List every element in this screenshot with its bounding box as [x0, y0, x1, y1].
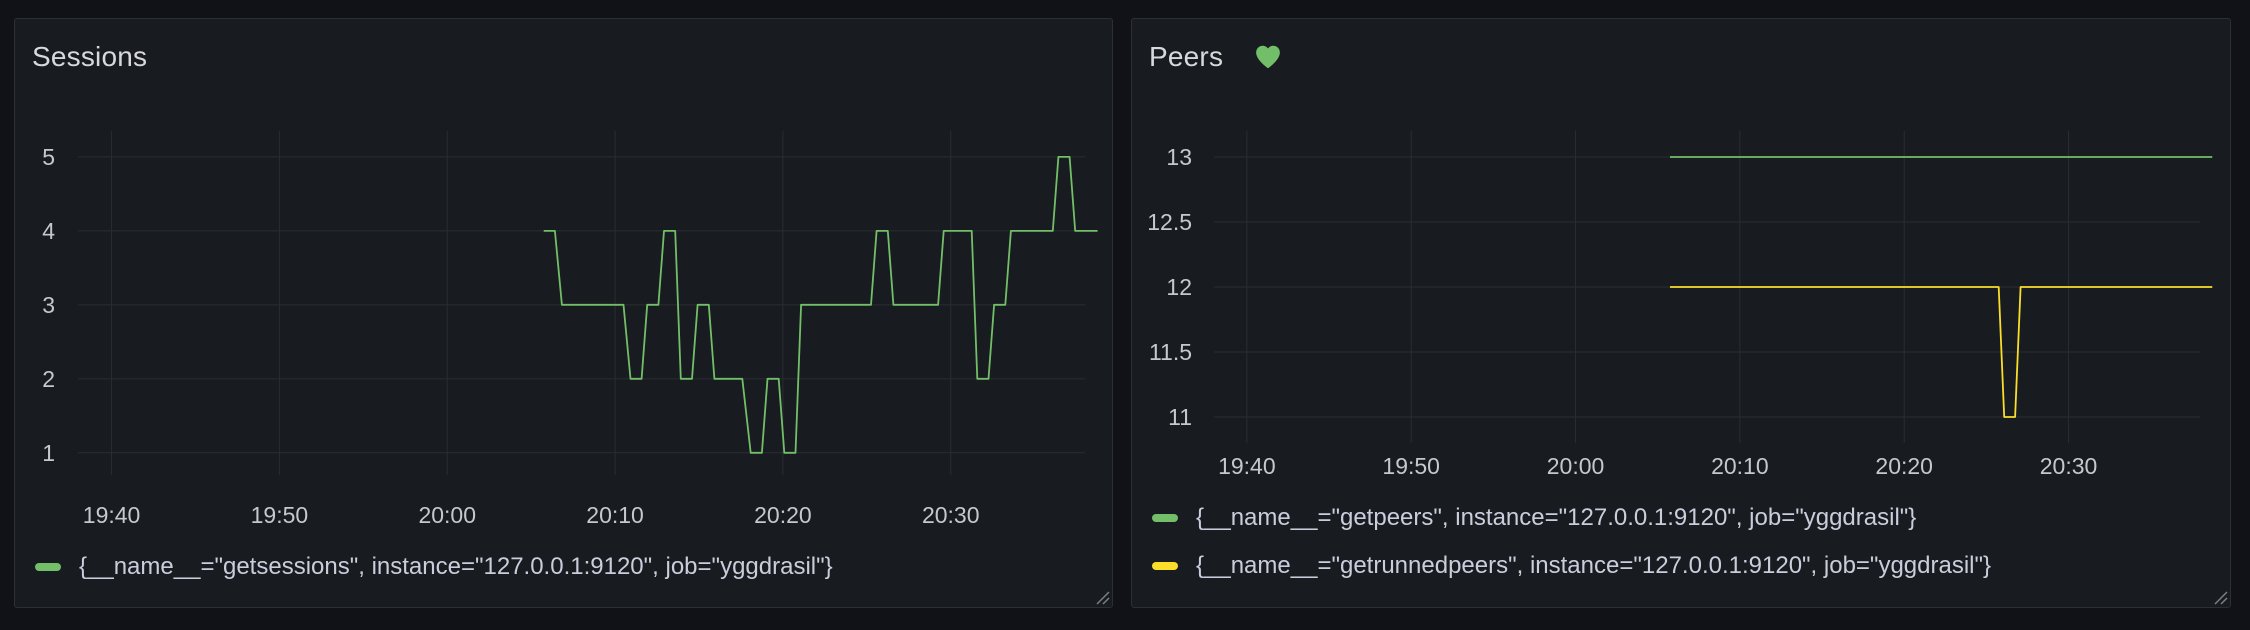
y-tick-label: 4	[42, 218, 55, 244]
legend-label[interactable]: {__name__="getpeers", instance="127.0.0.…	[1196, 504, 1916, 532]
legend-swatch	[35, 563, 61, 571]
legend-item[interactable]: {__name__="getpeers", instance="127.0.0.…	[1152, 504, 1916, 532]
peers-chart[interactable]: 11 11.5 12 12.5 13 19:40 19:50 20:00 20:10 20:20 2…	[1132, 19, 2232, 499]
y-tick-label: 1	[42, 440, 55, 466]
y-tick-label: 12	[1166, 274, 1192, 300]
sessions-panel: Sessions 1 2 3 4 5 19:40 19:50 20:00 20:10 20:20 2…	[14, 18, 1113, 608]
y-tick-label: 5	[42, 144, 55, 170]
x-tick-label: 20:00	[1547, 453, 1605, 479]
x-tick-label: 20:30	[2040, 453, 2098, 479]
x-tick-label: 20:10	[586, 502, 644, 528]
legend-swatch	[1152, 514, 1178, 522]
x-tick-label: 19:40	[83, 502, 141, 528]
legend-label[interactable]: {__name__="getsessions", instance="127.0…	[79, 553, 833, 581]
peers-panel: Peers 11 11.5 12 12.5 13 19:40 19:50 20:00 20:10…	[1131, 18, 2231, 608]
legend-label[interactable]: {__name__="getrunnedpeers", instance="12…	[1196, 552, 1991, 580]
y-tick-label: 11	[1168, 404, 1192, 430]
legend-item[interactable]: {__name__="getsessions", instance="127.0…	[35, 553, 833, 581]
x-tick-label: 19:40	[1218, 453, 1276, 479]
y-tick-label: 12.5	[1147, 209, 1192, 235]
y-tick-label: 3	[42, 292, 55, 318]
x-tick-label: 20:20	[754, 502, 812, 528]
legend-swatch	[1152, 562, 1178, 570]
y-tick-label: 2	[42, 366, 55, 392]
x-tick-label: 20:30	[922, 502, 980, 528]
x-tick-label: 19:50	[251, 502, 309, 528]
x-tick-label: 20:20	[1875, 453, 1933, 479]
resize-handle-icon[interactable]	[1092, 587, 1110, 605]
resize-handle-icon[interactable]	[2210, 587, 2228, 605]
x-tick-label: 20:00	[418, 502, 476, 528]
y-tick-label: 11.5	[1149, 339, 1192, 365]
x-tick-label: 20:10	[1711, 453, 1769, 479]
sessions-chart[interactable]: 1 2 3 4 5 19:40 19:50 20:00 20:10 20:20 20:30	[15, 19, 1114, 539]
x-tick-label: 19:50	[1382, 453, 1440, 479]
legend-item[interactable]: {__name__="getrunnedpeers", instance="12…	[1152, 552, 1991, 580]
y-tick-label: 13	[1166, 144, 1192, 170]
